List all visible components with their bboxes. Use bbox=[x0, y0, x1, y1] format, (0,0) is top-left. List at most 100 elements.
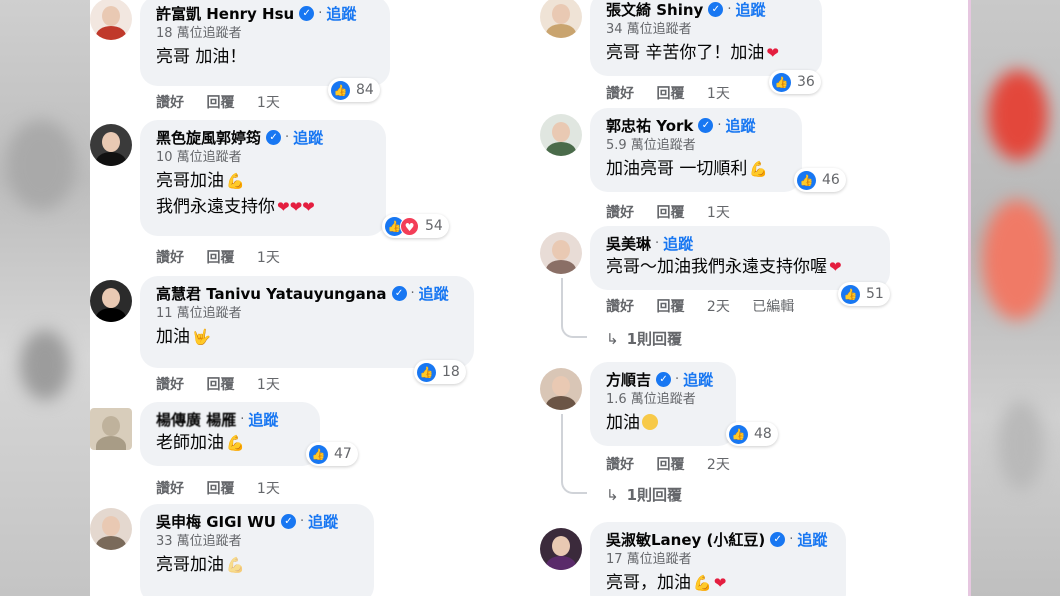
commenter-name[interactable]: 高慧君 Tanivu Yatauyungana bbox=[156, 283, 387, 304]
reaction-count: 51 bbox=[866, 286, 884, 302]
like-link[interactable]: 讚好 bbox=[606, 86, 634, 102]
verified-badge-icon: ✓ bbox=[299, 5, 315, 21]
avatar[interactable] bbox=[540, 0, 582, 38]
follow-button[interactable]: 追蹤 bbox=[797, 529, 827, 550]
commenter-name[interactable]: 吳申梅 GIGI WU bbox=[156, 511, 276, 532]
commenter-name[interactable]: 郭忠祐 York bbox=[606, 115, 693, 136]
commenter-name[interactable]: 許富凱 Henry Hsu bbox=[156, 3, 294, 24]
reply-link[interactable]: 回覆 bbox=[206, 481, 234, 497]
follow-button[interactable]: 追蹤 bbox=[308, 511, 338, 532]
commenter-name[interactable]: 吳淑敏Laney (小紅豆) bbox=[606, 529, 765, 550]
timestamp[interactable]: 1天 bbox=[707, 205, 730, 221]
reply-link[interactable]: 回覆 bbox=[206, 95, 234, 111]
commenter-name[interactable]: 黑色旋風郭婷筠 bbox=[156, 127, 261, 148]
comment-bubble: 吳美琳 · 追蹤 亮哥～加油我們永遠支持你喔 ❤ bbox=[590, 226, 890, 290]
reply-link[interactable]: 回覆 bbox=[656, 299, 684, 315]
comment: 張文綺 Shiny ✓ · 追蹤 34 萬位追蹤者 亮哥 辛苦你了！加油 ❤ 👍 … bbox=[540, 0, 968, 108]
timestamp[interactable]: 2天 bbox=[707, 457, 730, 473]
comment-text: 老師加油 💪 bbox=[156, 430, 306, 456]
follow-button[interactable]: 追蹤 bbox=[419, 283, 449, 304]
verified-badge-icon: ✓ bbox=[770, 531, 786, 547]
follow-button[interactable]: 追蹤 bbox=[293, 127, 323, 148]
avatar[interactable] bbox=[90, 124, 132, 166]
timestamp[interactable]: 1天 bbox=[257, 481, 280, 497]
reaction-summary[interactable]: 👍 18 bbox=[414, 360, 466, 384]
comment-text: 加油亮哥 一切順利 💪 bbox=[606, 156, 788, 182]
avatar[interactable] bbox=[540, 528, 582, 570]
timestamp[interactable]: 2天 bbox=[707, 299, 730, 315]
left-blurred-background bbox=[0, 0, 90, 596]
reply-link[interactable]: 回覆 bbox=[656, 86, 684, 102]
comment: 吳淑敏Laney (小紅豆) ✓ · 追蹤 17 萬位追蹤者 亮哥，加油 💪 ❤ bbox=[540, 522, 968, 596]
avatar[interactable] bbox=[540, 368, 582, 410]
reaction-count: 36 bbox=[797, 74, 815, 90]
reply-link[interactable]: 回覆 bbox=[206, 377, 234, 393]
comment-actions: 讚好 回覆 1天 bbox=[156, 478, 298, 498]
reply-link[interactable]: 回覆 bbox=[656, 205, 684, 221]
comment-actions: 讚好 回覆 1天 bbox=[156, 374, 298, 394]
reply-link[interactable]: 回覆 bbox=[656, 457, 684, 473]
follow-button[interactable]: 追蹤 bbox=[248, 409, 278, 430]
like-thumb-icon: 👍 bbox=[772, 72, 791, 92]
reaction-count: 54 bbox=[425, 218, 443, 234]
follow-button[interactable]: 追蹤 bbox=[326, 3, 356, 24]
reply-link[interactable]: 回覆 bbox=[206, 250, 234, 266]
reaction-count: 48 bbox=[754, 426, 772, 442]
reaction-summary[interactable]: 👍 51 bbox=[838, 282, 890, 306]
avatar[interactable] bbox=[90, 508, 132, 550]
verified-badge-icon: ✓ bbox=[656, 371, 672, 387]
commenter-name[interactable]: 吳美琳 bbox=[606, 233, 651, 254]
flexed-arm-emoji-icon: 💪 bbox=[226, 434, 245, 452]
avatar[interactable] bbox=[540, 114, 582, 156]
comment-text: 亮哥加油 💪 bbox=[156, 168, 372, 194]
love-heart-icon: ♥ bbox=[400, 216, 419, 236]
timestamp[interactable]: 1天 bbox=[257, 250, 280, 266]
comment-bubble: 黑色旋風郭婷筠 ✓ · 追蹤 10 萬位追蹤者 亮哥加油 💪 我們永遠支持你 ❤❤❤ bbox=[140, 120, 386, 236]
like-thumb-icon: 👍 bbox=[797, 170, 816, 190]
view-replies-link[interactable]: ↳ 1則回覆 bbox=[606, 484, 682, 505]
like-link[interactable]: 讚好 bbox=[156, 250, 184, 266]
reaction-summary[interactable]: 👍 46 bbox=[794, 168, 846, 192]
comment-bubble: 高慧君 Tanivu Yatauyungana ✓ · 追蹤 11 萬位追蹤者 … bbox=[140, 276, 474, 368]
commenter-name[interactable]: 楊傳廣 楊雁 bbox=[156, 409, 236, 430]
reaction-summary[interactable]: 👍 48 bbox=[726, 422, 778, 446]
like-link[interactable]: 讚好 bbox=[606, 299, 634, 315]
follow-button[interactable]: 追蹤 bbox=[663, 233, 693, 254]
reaction-summary[interactable]: 👍 47 bbox=[306, 442, 358, 466]
like-link[interactable]: 讚好 bbox=[606, 457, 634, 473]
avatar[interactable] bbox=[90, 280, 132, 322]
like-link[interactable]: 讚好 bbox=[156, 481, 184, 497]
comment: 許富凱 Henry Hsu ✓ · 追蹤 18 萬位追蹤者 亮哥 加油！ 👍 8… bbox=[90, 0, 508, 120]
follow-button[interactable]: 追蹤 bbox=[735, 0, 765, 20]
timestamp[interactable]: 1天 bbox=[707, 86, 730, 102]
reaction-summary[interactable]: 👍 84 bbox=[328, 78, 380, 102]
comment-bubble: 郭忠祐 York ✓ · 追蹤 5.9 萬位追蹤者 加油亮哥 一切順利 💪 bbox=[590, 108, 802, 192]
comment-text: 加油 🤟 bbox=[156, 324, 460, 350]
follower-count: 18 萬位追蹤者 bbox=[156, 26, 242, 41]
comment: 楊傳廣 楊雁 · 追蹤 老師加油 💪 👍 47 讚好 回覆 1天 bbox=[90, 402, 508, 500]
commenter-name[interactable]: 方順吉 bbox=[606, 369, 651, 390]
comment: 郭忠祐 York ✓ · 追蹤 5.9 萬位追蹤者 加油亮哥 一切順利 💪 👍 4… bbox=[540, 108, 968, 221]
edited-label[interactable]: 已編輯 bbox=[752, 299, 794, 315]
follower-count: 1.6 萬位追蹤者 bbox=[606, 392, 696, 407]
like-link[interactable]: 讚好 bbox=[156, 95, 184, 111]
avatar[interactable] bbox=[90, 408, 132, 450]
right-blurred-background bbox=[968, 0, 1060, 596]
reaction-summary[interactable]: 👍 36 bbox=[769, 70, 821, 94]
commenter-name[interactable]: 張文綺 Shiny bbox=[606, 0, 703, 20]
like-link[interactable]: 讚好 bbox=[156, 377, 184, 393]
timestamp[interactable]: 1天 bbox=[257, 377, 280, 393]
reaction-summary[interactable]: 👍 ♥ 54 bbox=[382, 214, 449, 238]
comment-column-left: 許富凱 Henry Hsu ✓ · 追蹤 18 萬位追蹤者 亮哥 加油！ 👍 8… bbox=[90, 0, 508, 596]
avatar[interactable] bbox=[540, 232, 582, 274]
timestamp[interactable]: 1天 bbox=[257, 95, 280, 111]
follow-button[interactable]: 追蹤 bbox=[726, 115, 756, 136]
avatar[interactable] bbox=[90, 0, 132, 40]
verified-badge-icon: ✓ bbox=[708, 1, 724, 17]
like-link[interactable]: 讚好 bbox=[606, 205, 634, 221]
comment-bubble: 楊傳廣 楊雁 · 追蹤 老師加油 💪 bbox=[140, 402, 320, 466]
reaction-count: 18 bbox=[442, 364, 460, 380]
view-replies-link[interactable]: ↳ 1則回覆 bbox=[606, 328, 682, 349]
verified-badge-icon: ✓ bbox=[698, 117, 714, 133]
follow-button[interactable]: 追蹤 bbox=[683, 369, 713, 390]
